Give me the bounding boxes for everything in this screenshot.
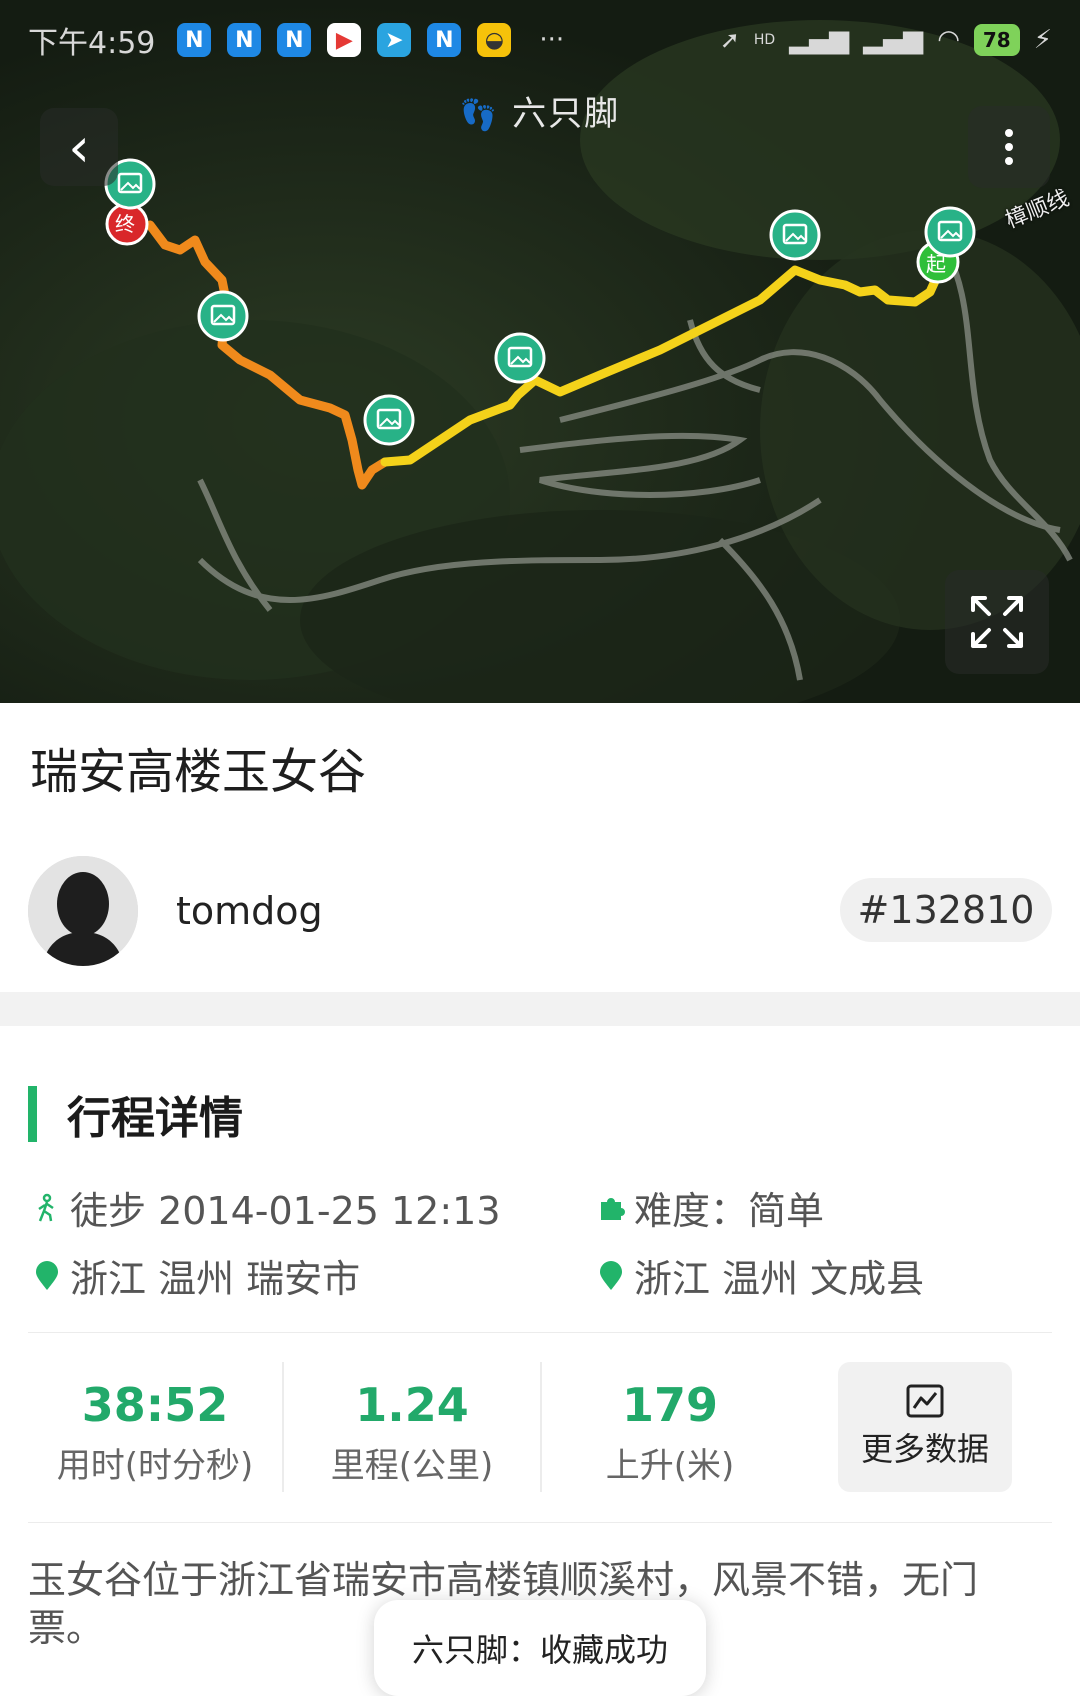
- location-icon: ➚: [719, 26, 740, 54]
- chevron-left-icon: ‹: [68, 115, 90, 179]
- stat-label: 上升(米): [605, 1446, 735, 1486]
- expand-icon: [971, 596, 1023, 648]
- stat-label: 里程(公里): [330, 1446, 494, 1486]
- stat-value: 179: [621, 1378, 719, 1432]
- notification-app-icon: N: [427, 23, 462, 57]
- back-button[interactable]: ‹: [40, 108, 118, 186]
- footprint-icon: 👣: [459, 98, 500, 133]
- car-app-icon: ◒: [477, 23, 512, 57]
- stat-value: 1.24: [355, 1378, 469, 1432]
- route-id-badge: #132810: [840, 878, 1052, 942]
- stat-separator: [540, 1362, 542, 1492]
- brand-name: 六只脚: [512, 94, 621, 134]
- photo-marker[interactable]: [363, 394, 415, 446]
- photo-marker[interactable]: [494, 332, 546, 384]
- more-vertical-dot: [1005, 143, 1013, 151]
- route-map[interactable]: 终 起 樟顺线 下午4:59 N N N ▶ ➤ N ◒ ··· ➚ HD ▂▄…: [0, 0, 1080, 703]
- difficulty-info: 难度：简单: [596, 1180, 824, 1235]
- photo-marker[interactable]: [769, 209, 821, 261]
- activity-text: 徒步 2014-01-25 12:13: [70, 1189, 501, 1233]
- charging-icon: ⚡: [1033, 25, 1052, 55]
- activity-info: 徒步 2014-01-25 12:13: [32, 1180, 501, 1235]
- stat-duration: 38:52 用时(时分秒): [35, 1378, 275, 1487]
- telegram-icon: ➤: [377, 23, 412, 57]
- author-name[interactable]: tomdog: [176, 889, 323, 933]
- stat-ascent: 179 上升(米): [550, 1378, 790, 1487]
- end-location-text: 浙江 温州 文成县: [634, 1257, 925, 1301]
- fullscreen-button[interactable]: [945, 570, 1049, 674]
- signal-icon-2: ▂▄▆: [863, 25, 924, 55]
- section-title: 行程详情: [67, 1093, 243, 1144]
- brand-watermark: 👣 六只脚: [0, 86, 1080, 135]
- start-location-text: 浙江 温州 瑞安市: [70, 1257, 361, 1301]
- section-header: 行程详情: [28, 1082, 243, 1146]
- end-location-info: 浙江 温州 文成县: [596, 1248, 924, 1303]
- more-notifications-icon: ···: [539, 25, 565, 55]
- status-bar: 下午4:59 N N N ▶ ➤ N ◒ ··· ➚ HD ▂▄▆ ▂▄▆ ◠ …: [0, 0, 1080, 80]
- trip-title: 瑞安高楼玉女谷: [30, 744, 367, 800]
- section-accent-bar: [28, 1086, 37, 1142]
- start-marker-label: 起: [926, 252, 946, 276]
- start-pin-icon: [32, 1260, 62, 1291]
- difficulty-text: 难度：简单: [634, 1189, 825, 1233]
- stat-separator: [282, 1362, 284, 1492]
- hiking-icon: [32, 1193, 62, 1223]
- notification-app-icon: N: [177, 23, 212, 57]
- status-time: 下午4:59: [28, 26, 156, 61]
- more-data-button[interactable]: 更多数据: [838, 1362, 1012, 1492]
- user-silhouette-icon: [28, 856, 138, 966]
- battery-indicator: 78: [973, 24, 1020, 56]
- stat-label: 用时(时分秒): [56, 1446, 254, 1486]
- avatar[interactable]: [28, 856, 138, 966]
- start-location-info: 浙江 温州 瑞安市: [32, 1248, 360, 1303]
- wifi-icon: ◠: [937, 25, 960, 55]
- photo-marker[interactable]: [197, 290, 249, 342]
- more-vertical-dot: [1005, 157, 1013, 165]
- hd-label: HD: [753, 32, 776, 48]
- author-row[interactable]: tomdog: [28, 856, 323, 966]
- end-marker-label: 终: [115, 212, 135, 236]
- divider: [28, 1332, 1052, 1333]
- section-divider: [0, 992, 1080, 1026]
- stat-value: 38:52: [81, 1378, 229, 1432]
- signal-icon: ▂▄▆: [789, 25, 850, 55]
- toast-message: 六只脚：收藏成功: [374, 1600, 706, 1696]
- divider: [28, 1522, 1052, 1523]
- more-data-label: 更多数据: [860, 1430, 989, 1468]
- more-vertical-icon: [1005, 129, 1013, 137]
- line-chart-icon: [906, 1384, 944, 1418]
- notification-app-icon: N: [227, 23, 262, 57]
- puzzle-icon: [596, 1193, 626, 1223]
- end-pin-icon: [596, 1260, 626, 1291]
- stat-distance: 1.24 里程(公里): [292, 1378, 532, 1487]
- play-store-icon: ▶: [327, 23, 362, 57]
- more-options-button[interactable]: [968, 106, 1050, 188]
- notification-app-icon: N: [277, 23, 312, 57]
